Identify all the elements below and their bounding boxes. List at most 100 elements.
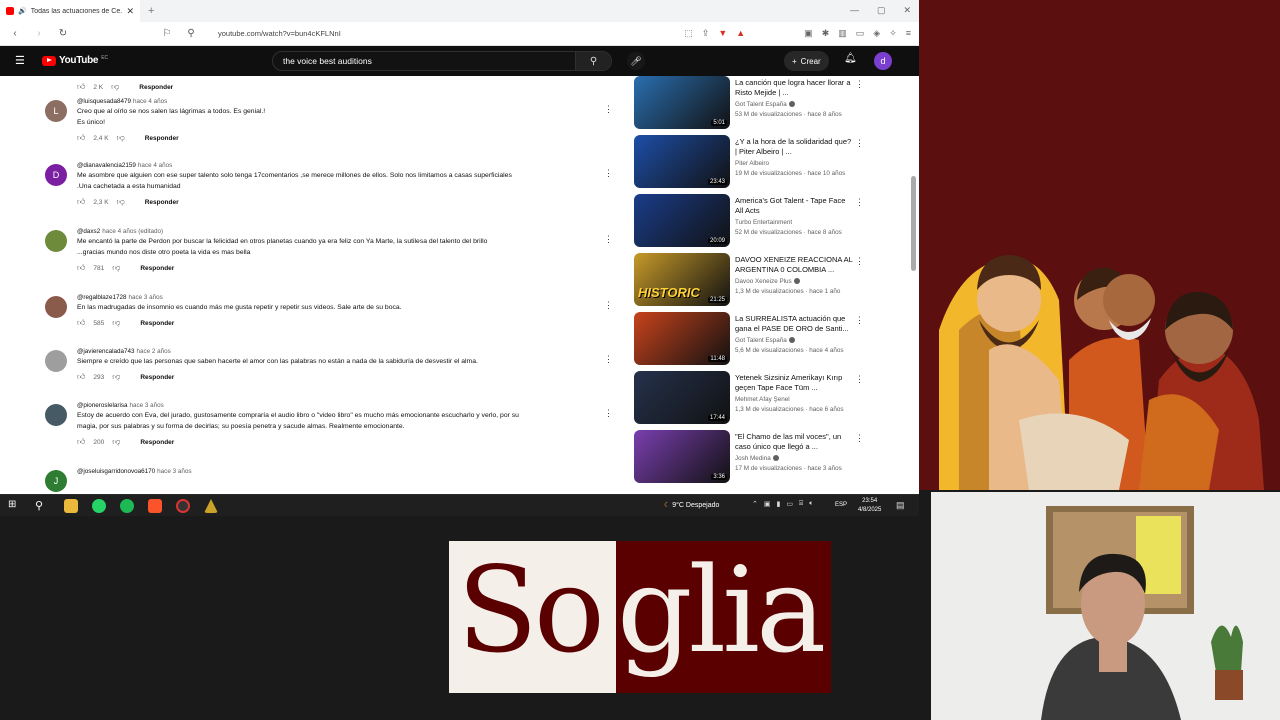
like-icon[interactable]: 👍︎ [77, 372, 85, 382]
tray-app-icon[interactable]: ▣ [764, 500, 771, 508]
volume-icon[interactable]: 🔈︎ [809, 500, 813, 508]
reply-button[interactable]: Responder [140, 374, 174, 381]
notifications-bell-icon[interactable]: 🔔︎ [844, 53, 857, 64]
video-thumbnail[interactable]: 20:09 [634, 194, 730, 247]
brave-browser-icon[interactable] [148, 499, 162, 513]
comment-time[interactable]: hace 4 años (editado) [102, 228, 163, 235]
back-icon[interactable]: ‹ [8, 28, 22, 39]
related-video[interactable]: 23:43 ¿Y a la hora de la solidaridad que?… [634, 135, 904, 194]
video-thumbnail[interactable]: HISTORIC 21:25 [634, 253, 730, 306]
spotify-icon[interactable] [120, 499, 134, 513]
split-view-icon[interactable]: ▥ [838, 28, 847, 39]
search-icon[interactable]: ⚲ [575, 52, 611, 70]
video-more-icon[interactable]: ⋮ [855, 138, 864, 149]
install-icon[interactable]: ⬚ [684, 28, 693, 39]
like-icon[interactable]: 👍︎ [77, 318, 85, 328]
clock[interactable]: 23:54 4/8/2025 [858, 497, 881, 515]
account-avatar[interactable]: d [874, 52, 892, 70]
windows-start-icon[interactable]: ⊞ [8, 499, 22, 513]
comment-time[interactable]: hace 4 años [133, 98, 167, 105]
video-thumbnail[interactable]: 11:48 [634, 312, 730, 365]
channel-name[interactable]: Piter Albeiro [735, 160, 855, 167]
dislike-icon[interactable]: 👎︎ [111, 82, 119, 92]
channel-name[interactable]: Got Talent España [735, 337, 855, 344]
comment-more-icon[interactable]: ⋮ [604, 168, 613, 179]
leo-icon[interactable]: ✧ [889, 28, 897, 39]
hamburger-menu-icon[interactable]: ☰ [15, 54, 25, 67]
youtube-logo[interactable]: YouTube EC [42, 55, 108, 66]
like-icon[interactable]: 👍︎ [77, 197, 85, 207]
commenter-avatar[interactable]: D [45, 164, 67, 186]
video-more-icon[interactable]: ⋮ [855, 433, 864, 444]
extensions-icon[interactable]: ✱ [822, 28, 830, 39]
like-icon[interactable]: 👍︎ [77, 263, 85, 273]
rewards-icon[interactable]: ▲ [736, 28, 745, 39]
network-icon[interactable]: ⌸ [799, 500, 803, 508]
reply-button[interactable]: Responder [140, 265, 174, 272]
scrollbar[interactable] [911, 176, 916, 271]
comment-time[interactable]: hace 3 años [157, 468, 191, 475]
chevron-up-icon[interactable]: ⌃ [752, 500, 758, 508]
comment-time[interactable]: hace 4 años [138, 162, 172, 169]
reload-icon[interactable]: ↻ [56, 28, 70, 39]
like-icon[interactable]: 👍︎ [77, 82, 85, 92]
camera-tray-icon[interactable]: ▭ [786, 500, 793, 508]
dislike-icon[interactable]: 👎︎ [112, 318, 120, 328]
related-video[interactable]: 3:36 "El Chamo de las mil voces", un caso… [634, 430, 904, 489]
browser-tab[interactable]: 🔊 Todas las actuaciones de Ce... ✕ [0, 0, 140, 22]
obs-icon[interactable] [176, 499, 190, 513]
maximize-icon[interactable]: ▢ [877, 5, 886, 16]
commenter-avatar[interactable]: J [45, 470, 67, 492]
reply-button[interactable]: Responder [140, 439, 174, 446]
comment-more-icon[interactable]: ⋮ [604, 234, 613, 245]
video-title[interactable]: America's Got Talent - Tape Face All Act… [735, 196, 855, 216]
channel-name[interactable]: Josh Medina [735, 455, 855, 462]
video-more-icon[interactable]: ⋮ [855, 197, 864, 208]
related-video[interactable]: 20:09 America's Got Talent - Tape Face Al… [634, 194, 904, 253]
comment-time[interactable]: hace 3 años [128, 294, 162, 301]
bookmark-icon[interactable]: ⚐ [160, 28, 174, 39]
related-video[interactable]: 5:01 La canción que logra hacer llorar a … [634, 76, 904, 135]
video-title[interactable]: "El Chamo de las mil voces", un caso úni… [735, 432, 855, 452]
commenter-handle[interactable]: @dianavalencia2159 [77, 162, 136, 169]
video-title[interactable]: Yetenek Sizsiniz Amerikayı Kırıp geçen T… [735, 373, 855, 393]
vpn-icon[interactable]: ◈ [873, 28, 880, 39]
dislike-icon[interactable]: 👎︎ [117, 133, 125, 143]
file-explorer-icon[interactable] [64, 499, 78, 513]
create-button[interactable]: + Crear [784, 51, 829, 71]
comment-more-icon[interactable]: ⋮ [604, 104, 613, 115]
reply-button[interactable]: Responder [145, 135, 179, 142]
commenter-avatar[interactable]: L [45, 100, 67, 122]
menu-icon[interactable]: ≡ [906, 28, 911, 39]
dislike-icon[interactable]: 👎︎ [112, 263, 120, 273]
related-video[interactable]: 17:44 Yetenek Sizsiniz Amerikayı Kırıp ge… [634, 371, 904, 430]
commenter-handle[interactable]: @javierencalada743 [77, 348, 135, 355]
commenter-avatar[interactable] [45, 350, 67, 372]
search-input[interactable] [273, 56, 575, 66]
commenter-handle[interactable]: @regalblaze1728 [77, 294, 126, 301]
search-taskbar-icon[interactable]: ⚲ [35, 499, 49, 513]
channel-name[interactable]: Got Talent España [735, 101, 855, 108]
comment-time[interactable]: hace 3 años [130, 402, 164, 409]
close-tab-icon[interactable]: ✕ [126, 6, 134, 17]
reply-button[interactable]: Responder [140, 320, 174, 327]
comment-time[interactable]: hace 2 años [137, 348, 171, 355]
dislike-icon[interactable]: 👎︎ [117, 197, 125, 207]
related-video[interactable]: HISTORIC 21:25 DAVOO XENEIZE REACCIONA AL … [634, 253, 904, 312]
forward-icon[interactable]: › [32, 28, 46, 39]
commenter-handle[interactable]: @joseluisgarridonovoa6170 [77, 468, 155, 475]
microphone-icon[interactable]: 🎤︎ [627, 52, 645, 70]
video-thumbnail[interactable]: 5:01 [634, 76, 730, 129]
reply-button[interactable]: Responder [145, 199, 179, 206]
like-icon[interactable]: 👍︎ [77, 133, 85, 143]
new-tab-button[interactable]: + [148, 5, 154, 17]
video-title[interactable]: ¿Y a la hora de la solidaridad que? | Pi… [735, 137, 855, 157]
reply-button[interactable]: Responder [139, 84, 173, 91]
video-more-icon[interactable]: ⋮ [855, 79, 864, 90]
video-more-icon[interactable]: ⋮ [855, 315, 864, 326]
share-icon[interactable]: ⇪ [702, 28, 710, 39]
mic-tray-icon[interactable]: ▮ [777, 500, 781, 508]
url-field[interactable]: youtube.com/watch?v=bun4cKFLNnI [218, 29, 341, 38]
dislike-icon[interactable]: 👎︎ [112, 372, 120, 382]
video-title[interactable]: DAVOO XENEIZE REACCIONA AL ARGENTINA 0 C… [735, 255, 855, 275]
